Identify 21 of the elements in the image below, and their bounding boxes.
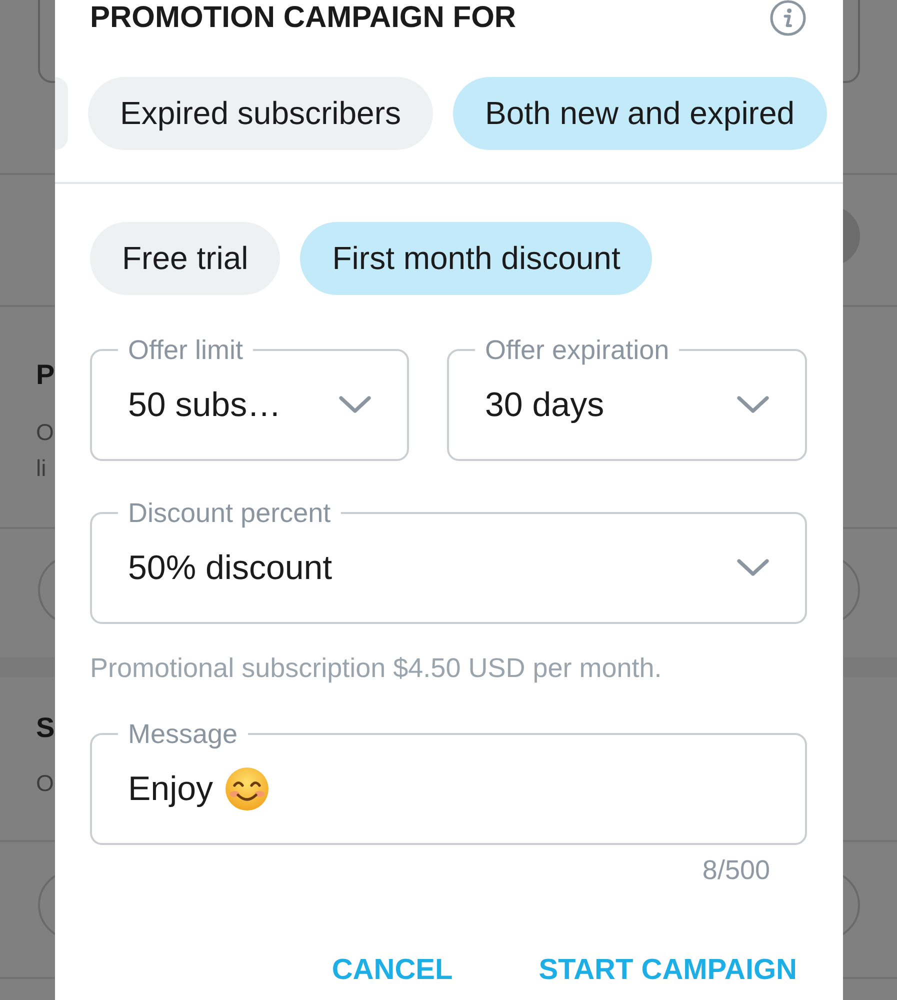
smiling-face-icon <box>225 766 270 810</box>
chevron-down-icon <box>736 395 770 414</box>
filter-chip[interactable]: Both new and expired <box>453 77 827 150</box>
filter-chip[interactable]: Free trial <box>90 222 280 295</box>
dialog-title: PROMOTION CAMPAIGN FOR <box>90 0 516 35</box>
section-title: S <box>36 711 55 745</box>
field-label: Offer expiration <box>484 336 670 364</box>
filter-chip[interactable]: First month discount <box>300 222 652 295</box>
helper-text: Promotional subscription $4.50 USD per month. <box>90 652 663 684</box>
chevron-down-icon <box>736 558 770 577</box>
section-text: O <box>36 769 54 798</box>
section-text: li <box>36 454 46 483</box>
info-icon[interactable] <box>770 0 806 36</box>
section-text: O <box>36 418 54 447</box>
character-counter: 8/500 <box>701 856 771 884</box>
field-label: Discount percent <box>127 499 332 527</box>
chevron-down-icon <box>338 395 372 414</box>
field-label: Message <box>127 720 239 748</box>
field-label: Offer limit <box>127 336 244 364</box>
section-title: P <box>36 358 55 392</box>
filter-chip[interactable]: Expired subscribers <box>88 77 433 150</box>
